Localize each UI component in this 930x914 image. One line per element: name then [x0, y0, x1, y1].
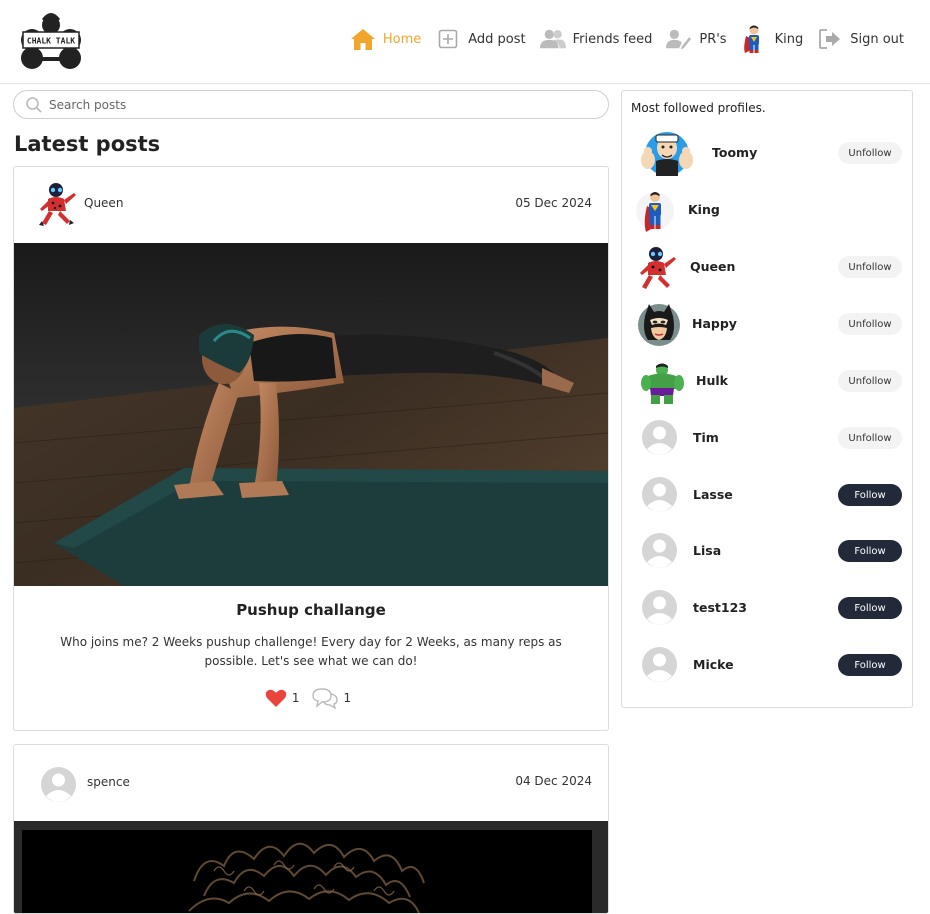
like-button[interactable]: 1: [265, 689, 306, 708]
profile-row: Tim Unfollow: [622, 414, 912, 464]
post-header: spence 04 Dec 2024: [14, 745, 608, 821]
main-nav: Home Add post Friends feed PR's King Sig…: [336, 24, 904, 54]
nav-profile-label: King: [774, 31, 804, 47]
default-avatar[interactable]: [642, 533, 677, 568]
post-image[interactable]: [14, 821, 608, 913]
comment-button[interactable]: 1: [311, 687, 358, 709]
profile-name[interactable]: test123: [693, 600, 747, 615]
profile-name[interactable]: King: [688, 202, 720, 217]
nav-add-post[interactable]: Add post: [435, 26, 526, 52]
profile-name[interactable]: Happy: [692, 316, 737, 331]
profile-row: Lasse Follow: [622, 471, 912, 521]
navbar: CHALK TALK Home Add post Friends feed PR…: [0, 0, 930, 84]
post-stats: 1 1: [14, 687, 608, 709]
post-card: spence 04 Dec 2024: [13, 744, 609, 914]
profile-name[interactable]: Queen: [690, 259, 735, 274]
post-author-name[interactable]: spence: [87, 775, 130, 789]
unfollow-button[interactable]: Unfollow: [838, 313, 902, 335]
profile-row: Micke Follow: [622, 641, 912, 691]
popeye-avatar[interactable]: [638, 131, 696, 177]
post-body: Who joins me? 2 Weeks pushup challenge! …: [60, 635, 562, 668]
nav-home[interactable]: Home: [350, 26, 421, 52]
nav-sign-out[interactable]: Sign out: [817, 26, 904, 52]
profile-row: Hulk Unfollow: [622, 357, 912, 407]
nav-prs[interactable]: PR's: [666, 26, 727, 52]
search-bar[interactable]: [13, 90, 609, 119]
default-avatar[interactable]: [642, 590, 677, 625]
comment-count: 1: [343, 691, 352, 705]
profile-name[interactable]: Lasse: [693, 487, 733, 502]
post-card: Queen 05 Dec 2024 Pushup challange Who j…: [13, 166, 609, 731]
profile-row: King: [622, 186, 912, 236]
post-title: Pushup challange: [236, 601, 386, 619]
follow-button[interactable]: Follow: [838, 484, 902, 506]
most-followed-panel: Most followed profiles. Toomy Unfollow K…: [621, 90, 913, 708]
like-count: 1: [291, 691, 300, 705]
ladybug-avatar[interactable]: [636, 245, 680, 291]
post-header: Queen 05 Dec 2024: [14, 167, 608, 243]
default-avatar[interactable]: [41, 767, 76, 802]
ladybug-avatar[interactable]: [36, 181, 80, 227]
add-post-icon: [435, 26, 461, 52]
unfollow-button[interactable]: Unfollow: [838, 427, 902, 449]
pr-icon: [666, 26, 692, 52]
profile-name[interactable]: Tim: [693, 430, 719, 445]
sign-out-icon: [817, 26, 843, 52]
nav-friends-feed-label: Friends feed: [572, 31, 653, 47]
profile-row: Toomy Unfollow: [622, 129, 912, 179]
follow-button[interactable]: Follow: [838, 597, 902, 619]
profile-row: Happy Unfollow: [622, 300, 912, 350]
superman-avatar: [741, 24, 767, 54]
profile-name[interactable]: Micke: [693, 657, 734, 672]
nav-prs-label: PR's: [699, 31, 727, 47]
search-input[interactable]: [49, 97, 569, 112]
unfollow-button[interactable]: Unfollow: [838, 142, 902, 164]
nav-friends-feed[interactable]: Friends feed: [539, 26, 653, 52]
post-date: 04 Dec 2024: [515, 774, 592, 788]
logo-text: CHALK TALK: [27, 37, 75, 46]
post-author-name[interactable]: Queen: [84, 196, 123, 210]
unfollow-button[interactable]: Unfollow: [838, 256, 902, 278]
nav-home-label: Home: [382, 31, 422, 47]
profile-row: Lisa Follow: [622, 527, 912, 577]
default-avatar[interactable]: [642, 647, 677, 682]
friends-icon: [539, 26, 566, 52]
chalk-talk-logo[interactable]: CHALK TALK: [20, 9, 82, 71]
follow-button[interactable]: Follow: [838, 654, 902, 676]
profile-row: Queen Unfollow: [622, 243, 912, 293]
nav-profile[interactable]: King: [741, 24, 804, 54]
nav-add-post-label: Add post: [468, 31, 526, 47]
unfollow-button[interactable]: Unfollow: [838, 370, 902, 392]
post-image[interactable]: [14, 243, 608, 586]
sidebar-title: Most followed profiles.: [631, 101, 766, 115]
hulk-avatar[interactable]: [640, 359, 686, 405]
default-avatar[interactable]: [642, 477, 677, 512]
profile-name[interactable]: Hulk: [696, 373, 728, 388]
profile-row: test123 Follow: [622, 584, 912, 634]
post-date: 05 Dec 2024: [515, 196, 592, 210]
heart-icon: [265, 689, 287, 707]
search-icon: [25, 96, 43, 114]
home-icon: [350, 26, 376, 52]
latest-posts-heading: Latest posts: [14, 132, 161, 156]
profile-name[interactable]: Toomy: [712, 145, 757, 160]
catwoman-avatar[interactable]: [636, 302, 682, 348]
nav-sign-out-label: Sign out: [850, 31, 904, 47]
comments-icon: [311, 688, 338, 709]
follow-button[interactable]: Follow: [838, 540, 902, 562]
superman-avatar[interactable]: [636, 188, 680, 234]
profile-name[interactable]: Lisa: [693, 543, 721, 558]
default-avatar[interactable]: [642, 420, 677, 455]
